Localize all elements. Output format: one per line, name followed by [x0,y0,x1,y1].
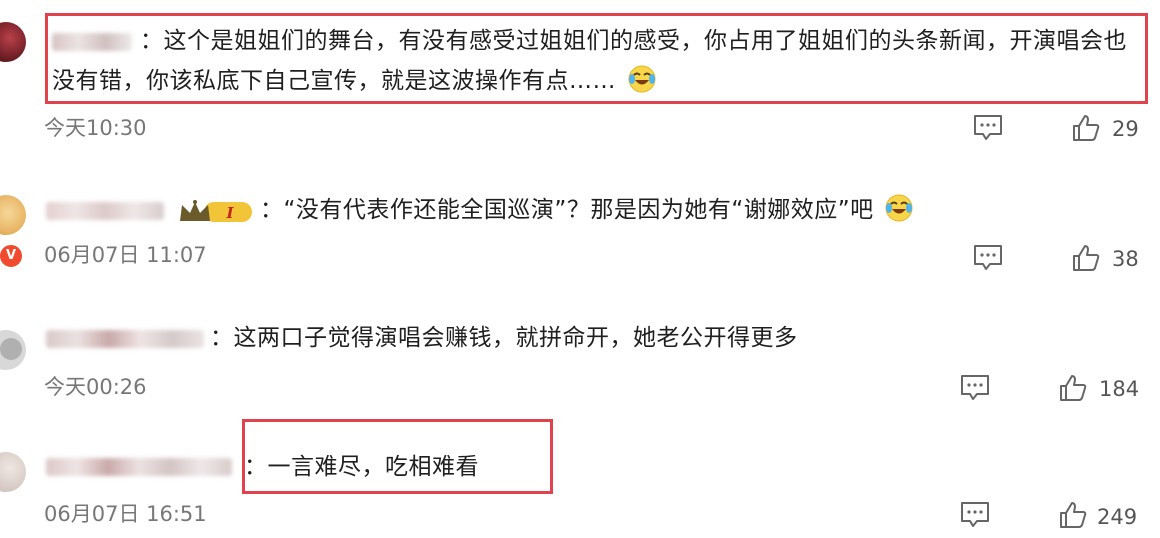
avatar[interactable] [0,22,26,62]
thumbs-up-icon[interactable] [1072,244,1100,272]
badge-level-text: I [225,204,234,222]
crown-badge-icon: I [180,200,252,222]
avatar[interactable] [0,330,26,370]
timestamp: 06月07日 16:51 [44,502,207,526]
username-blurred[interactable] [46,330,204,348]
timestamp: 06月07日 11:07 [44,243,207,267]
timestamp: 今天10:30 [44,116,147,140]
like-count: 249 [1097,505,1138,529]
like-count: 184 [1099,377,1140,401]
highlight-box [242,419,553,494]
comment-icon[interactable] [973,114,1003,142]
comment-icon[interactable] [960,374,990,402]
comment-icon[interactable] [973,244,1003,272]
comment-text-line: ：“没有代表作还能全国巡演”？那是因为她有“谢娜效应”吧 [260,194,913,226]
avatar[interactable] [0,195,26,235]
crying-laughing-emoji [885,194,913,222]
highlight-box [45,13,1148,104]
avatar[interactable] [0,452,26,492]
thumbs-up-icon[interactable] [1072,114,1100,142]
like-count: 38 [1112,247,1139,271]
comment-text-line: ：这两口子觉得演唱会赚钱，就拼命开，她老公开得更多 [210,325,798,351]
username-blurred[interactable] [46,458,232,476]
thumbs-up-icon[interactable] [1059,374,1087,402]
like-count: 29 [1112,117,1139,141]
verified-v-icon: V [0,243,24,269]
thumbs-up-icon[interactable] [1059,501,1087,529]
comment-icon[interactable] [960,501,990,529]
username-blurred[interactable] [46,202,164,220]
timestamp: 今天00:26 [44,375,147,399]
